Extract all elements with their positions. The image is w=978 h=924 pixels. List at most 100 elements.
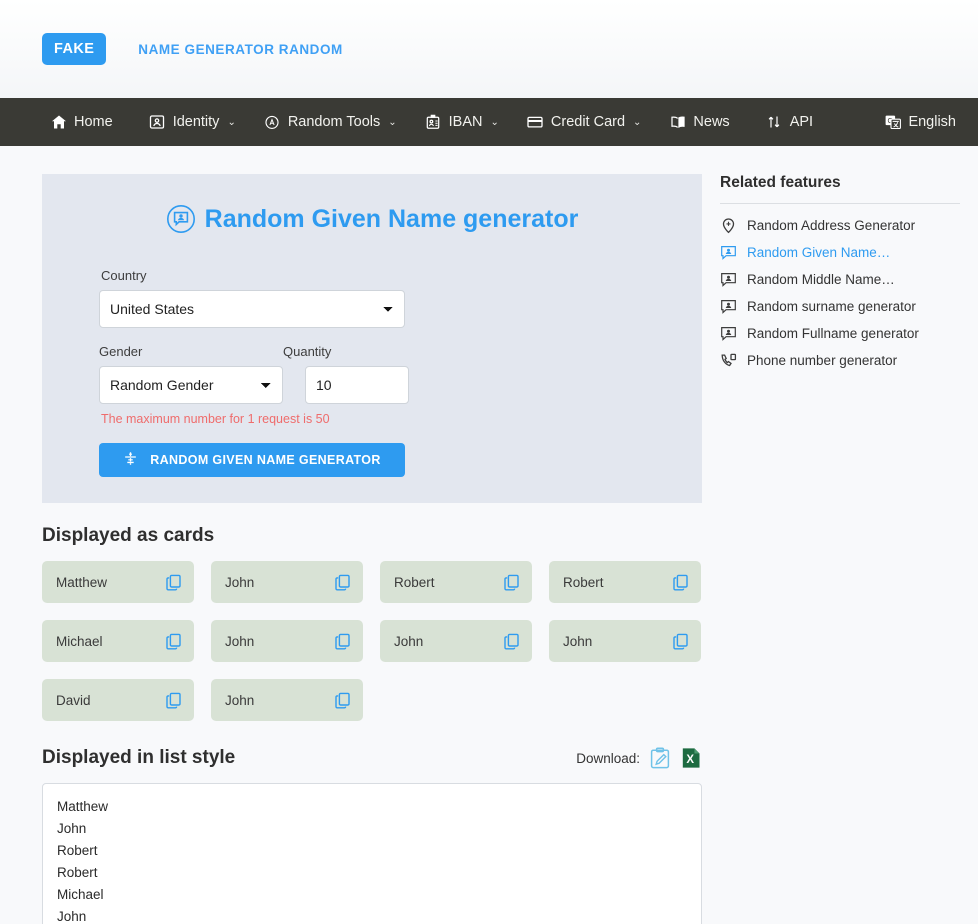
quantity-input[interactable]	[305, 366, 409, 404]
home-icon	[50, 114, 67, 131]
nav-item-credit-card[interactable]: Credit Card ⌄	[527, 114, 642, 131]
name-card[interactable]: John	[211, 679, 363, 721]
language-label: English	[908, 114, 956, 130]
sidebar-item-2[interactable]: Random Middle Name…	[720, 266, 960, 293]
name-card-grid: Matthew John Robert Robert Michael John John Jo…	[42, 561, 702, 721]
quantity-label: Quantity	[283, 344, 332, 359]
phone-icon	[720, 352, 737, 369]
list-item: Matthew	[57, 799, 109, 814]
nav-label: IBAN	[448, 114, 483, 130]
copy-icon[interactable]	[672, 633, 689, 650]
name-card-label: Matthew	[56, 574, 108, 590]
chevron-down-icon: ⌄	[388, 116, 397, 128]
circled-a-icon	[264, 114, 281, 131]
names-list-box[interactable]: MatthewJohnRobertRobertMichaelJohnJohnJo…	[42, 783, 702, 924]
sidebar-item-5[interactable]: Phone number generator	[720, 347, 960, 374]
copy-icon[interactable]	[334, 633, 351, 650]
generator-panel: Random Given Name generator Country Unit…	[42, 174, 702, 503]
brand-title[interactable]: NAME GENERATOR RANDOM	[138, 42, 343, 57]
country-select[interactable]: United States	[99, 290, 405, 328]
copy-icon[interactable]	[334, 692, 351, 709]
list-section-header: Displayed in list style Download: X	[42, 747, 702, 769]
nav-label: News	[693, 114, 730, 130]
list-item: Robert	[57, 843, 98, 858]
credit-card-icon	[527, 114, 544, 131]
generate-button[interactable]: RANDOM GIVEN NAME GENERATOR	[99, 443, 405, 477]
sidebar-title: Related features	[720, 174, 841, 191]
copy-icon[interactable]	[672, 574, 689, 591]
excel-file-icon[interactable]: X	[680, 747, 702, 769]
sidebar-item-label: Phone number generator	[747, 353, 898, 368]
name-card[interactable]: John	[549, 620, 701, 662]
name-card[interactable]: John	[380, 620, 532, 662]
book-icon	[669, 114, 686, 131]
cards-section-heading: Displayed as cards	[42, 525, 215, 546]
name-card[interactable]: David	[42, 679, 194, 721]
nav-item-api[interactable]: API	[766, 114, 821, 131]
brand-bar: FAKE NAME GENERATOR RANDOM	[0, 0, 978, 98]
nav-label: API	[789, 114, 814, 130]
sidebar-item-4[interactable]: Random Fullname generator	[720, 320, 960, 347]
chevron-down-icon: ⌄	[633, 116, 642, 128]
list-section-heading: Displayed in list style	[42, 747, 236, 768]
country-row: United States	[42, 290, 702, 328]
name-card[interactable]: Matthew	[42, 561, 194, 603]
chevron-down-icon: ⌄	[490, 116, 499, 128]
chevron-down-icon: ⌄	[227, 116, 236, 128]
nav-item-news[interactable]: News	[669, 114, 737, 131]
related-features-sidebar: Related features Random Address Generato…	[720, 174, 960, 924]
id-badge-icon	[425, 114, 442, 131]
nav-item-identity[interactable]: Identity ⌄	[149, 114, 236, 131]
name-card[interactable]: Michael	[42, 620, 194, 662]
nav-item-iban[interactable]: IBAN ⌄	[425, 114, 499, 131]
name-card[interactable]: John	[211, 620, 363, 662]
page-title: Random Given Name generator	[42, 204, 702, 234]
nav-label: Random Tools	[287, 114, 381, 130]
nav-label: Home	[74, 114, 113, 130]
copy-icon[interactable]	[334, 574, 351, 591]
name-card-label: John	[394, 633, 424, 649]
nav-item-random-tools[interactable]: Random Tools ⌄	[264, 114, 397, 131]
sort-arrows-icon	[766, 114, 783, 131]
copy-icon[interactable]	[503, 574, 520, 591]
logo-badge[interactable]: FAKE	[42, 32, 107, 66]
clipboard-pencil-icon[interactable]	[649, 747, 671, 769]
name-card[interactable]: John	[211, 561, 363, 603]
sidebar-item-label: Random Middle Name…	[747, 272, 895, 287]
nav-item-language[interactable]: G English	[884, 114, 956, 131]
copy-icon[interactable]	[165, 633, 182, 650]
list-item: Robert	[57, 865, 98, 880]
copy-icon[interactable]	[503, 633, 520, 650]
map-pin-plus-icon	[720, 217, 737, 234]
name-card-label: David	[56, 692, 91, 708]
gender-label: Gender	[99, 344, 143, 359]
country-label: Country	[101, 268, 147, 283]
gender-quantity-labels: Gender Quantity	[42, 344, 702, 359]
contact-card-circle-icon	[166, 204, 196, 234]
sidebar-item-3[interactable]: Random surname generator	[720, 293, 960, 320]
contact-card-icon	[720, 325, 737, 342]
identity-card-icon	[149, 114, 166, 131]
max-request-warning: The maximum number for 1 request is 50	[101, 412, 330, 426]
sidebar-item-list: Random Address Generator Random Given Nam…	[720, 212, 960, 374]
gender-select[interactable]: Random Gender	[99, 366, 283, 404]
name-card-label: Robert	[394, 574, 435, 590]
contact-card-icon	[720, 271, 737, 288]
shuffle-icon	[123, 451, 138, 469]
sidebar-item-label: Random surname generator	[747, 299, 916, 314]
name-card[interactable]: Robert	[380, 561, 532, 603]
copy-icon[interactable]	[165, 692, 182, 709]
copy-icon[interactable]	[165, 574, 182, 591]
sidebar-item-1[interactable]: Random Given Name…	[720, 239, 960, 266]
list-item: Michael	[57, 887, 104, 902]
sidebar-item-0[interactable]: Random Address Generator	[720, 212, 960, 239]
name-card[interactable]: Robert	[549, 561, 701, 603]
name-card-label: John	[225, 574, 255, 590]
page-body: Random Given Name generator Country Unit…	[0, 146, 978, 924]
list-item: John	[57, 909, 87, 924]
nav-item-home[interactable]: Home	[50, 114, 121, 131]
nav-label: Credit Card	[550, 114, 626, 130]
nav-label: Identity	[172, 114, 220, 130]
sidebar-divider	[720, 203, 960, 204]
svg-text:X: X	[686, 754, 694, 766]
